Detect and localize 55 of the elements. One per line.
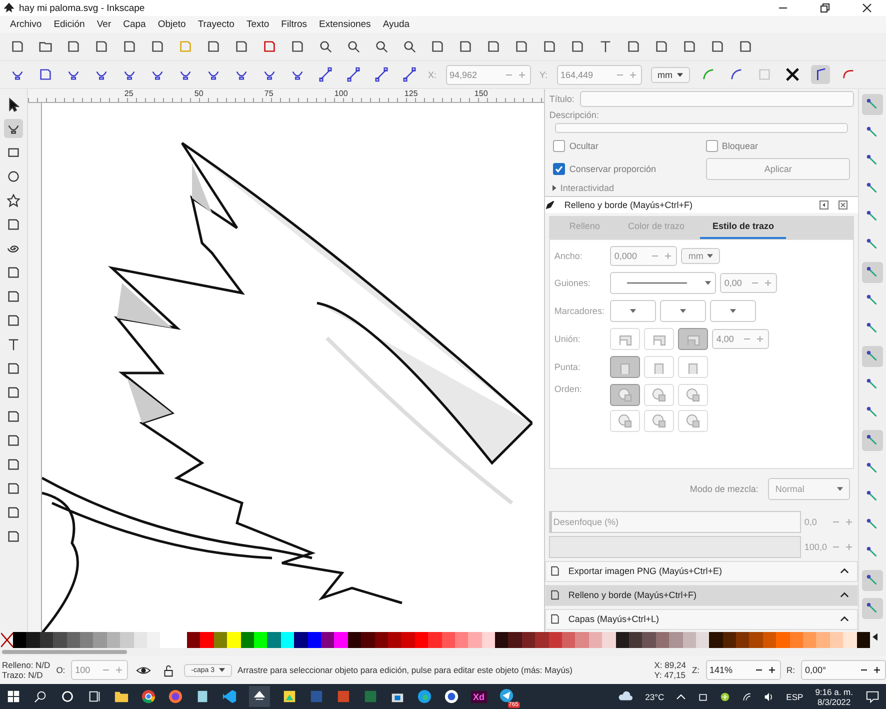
blur-label: Desenfoque (%) <box>552 516 618 526</box>
menu-item[interactable]: Ver <box>90 19 118 30</box>
menu-item[interactable]: Archivo <box>4 19 48 30</box>
menu-item[interactable]: Edición <box>48 19 91 30</box>
rotation-label: R: <box>786 665 795 675</box>
clock-time[interactable]: 9:16 a. m. <box>815 686 853 696</box>
menu-item[interactable]: Extensiones <box>313 19 377 30</box>
menu-item[interactable]: Capa <box>117 19 152 30</box>
docked-panel-header[interactable]: Relleno y borde (Mayús+Ctrl+F) <box>545 584 858 606</box>
status-message: Arrastre para seleccionar objeto para edición, pulse para editar este objeto (más: Mayús) <box>238 665 574 675</box>
ruler-number: 75 <box>264 89 274 100</box>
window-title: hay mi paloma.svg - Inkscape <box>19 2 145 14</box>
dashes-label: Guiones: <box>554 278 592 288</box>
panel-title: Relleno y borde (Mayús+Ctrl+F) <box>568 590 698 600</box>
blur-value: 0,0 <box>804 516 818 526</box>
zoom-label: Z: <box>692 665 700 675</box>
adobe-xd-icon[interactable]: Xd <box>471 690 487 702</box>
ruler-number: 25 <box>124 89 134 100</box>
stroke-indicator: Trazo: N/D <box>2 670 44 680</box>
opacity-label: O: <box>56 665 66 675</box>
join-label: Unión: <box>554 334 582 344</box>
menu-item[interactable]: Objeto <box>152 19 192 30</box>
cursor-y: Y: 47,15 <box>654 670 686 680</box>
menu-item[interactable]: Trayecto <box>192 19 240 30</box>
menu-item[interactable]: Filtros <box>275 19 314 30</box>
dialog-title: Relleno y borde (Mayús+Ctrl+F) <box>564 200 692 210</box>
panel-title: Capas (Mayús+Ctrl+L) <box>568 614 660 624</box>
language-indicator[interactable]: ESP <box>786 692 804 702</box>
fill-indicator: Relleno: N/D <box>2 660 50 670</box>
y-label: Y: <box>540 70 548 80</box>
opacity-value: 100,0 <box>804 542 828 552</box>
temperature[interactable]: 23°C <box>645 692 664 702</box>
docked-panel-header[interactable]: Capas (Mayús+Ctrl+L) <box>545 608 858 630</box>
unit-dropdown[interactable]: mm <box>650 66 690 82</box>
width-label: Ancho: <box>554 250 584 260</box>
cursor-x: X: 89,24 <box>654 660 686 670</box>
order-label: Orden: <box>554 384 583 394</box>
cap-label: Punta: <box>554 362 582 372</box>
checkbox-label: Conservar proporción <box>569 164 656 174</box>
ruler-number: 50 <box>194 89 204 100</box>
menu-item[interactable]: Ayuda <box>376 19 416 30</box>
checkbox-label: Ocultar <box>569 140 598 151</box>
clock-date[interactable]: 8/3/2022 <box>818 696 851 706</box>
description-label: Descripción: <box>549 110 600 120</box>
ruler-number: 150 <box>474 89 489 100</box>
blend-mode-label: Modo de mezcla: <box>690 484 758 494</box>
menu-item[interactable]: Texto <box>240 19 276 30</box>
ruler-number: 125 <box>404 89 419 100</box>
title-label: Título: <box>549 94 574 104</box>
docked-panel-header[interactable]: Exportar imagen PNG (Mayús+Ctrl+E) <box>545 560 858 582</box>
ruler-number: 100 <box>334 89 349 100</box>
x-label: X: <box>428 70 437 80</box>
checkbox-label: Bloquear <box>722 140 758 151</box>
panel-title: Exportar imagen PNG (Mayús+Ctrl+E) <box>568 566 723 576</box>
markers-label: Marcadores: <box>554 306 606 316</box>
